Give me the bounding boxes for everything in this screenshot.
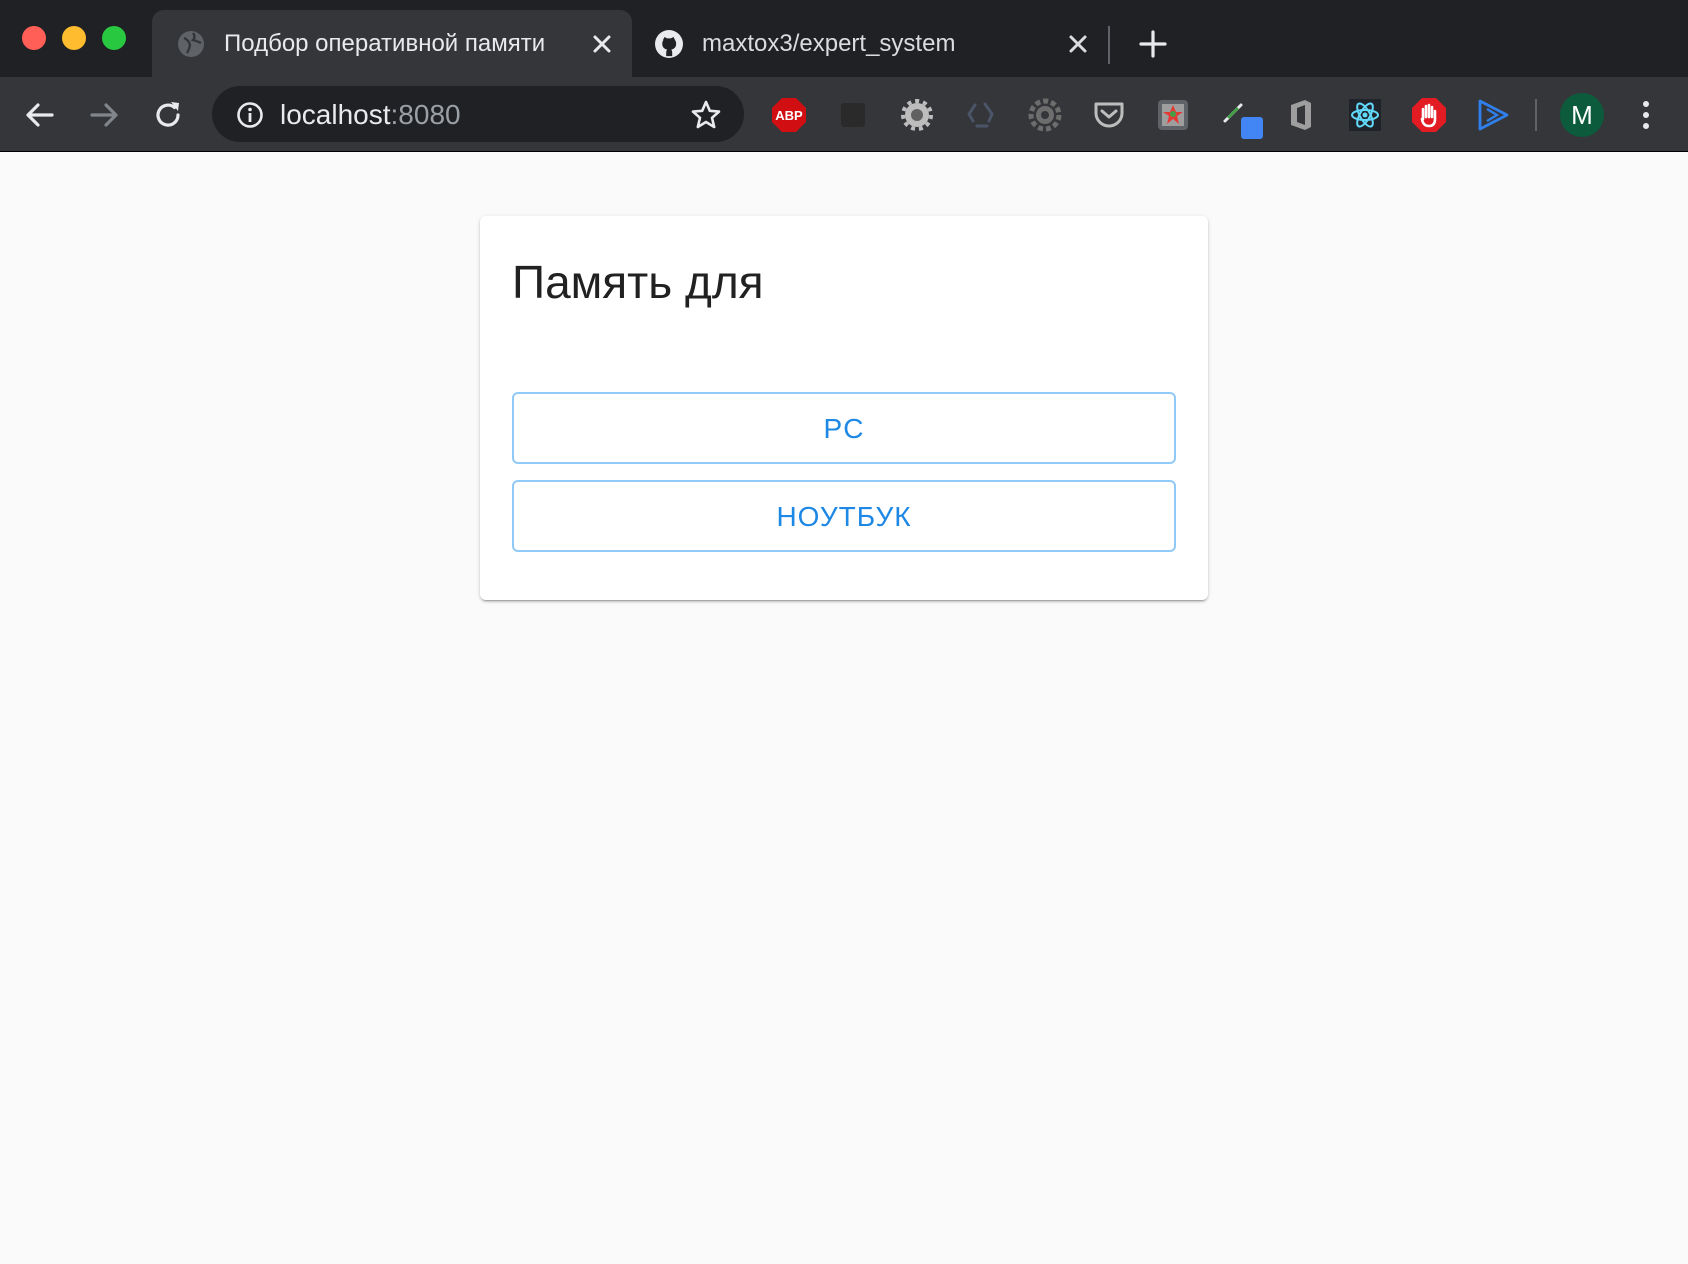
close-icon[interactable]: [1064, 30, 1092, 58]
stop-hand-icon[interactable]: [1411, 97, 1447, 133]
address-bar[interactable]: localhost:8080: [212, 86, 744, 142]
recycle-extension-icon[interactable]: [963, 97, 999, 133]
info-icon[interactable]: [236, 101, 264, 129]
globe-icon: [178, 31, 204, 57]
tab-title: maxtox3/expert_system: [702, 30, 956, 57]
url-host: localhost: [280, 99, 391, 130]
memory-selection-card: Память для PC НОУТБУК: [480, 216, 1208, 600]
card-title: Память для: [512, 256, 764, 308]
abp-icon[interactable]: ABP: [771, 97, 807, 133]
new-tab-plus-icon[interactable]: [1136, 27, 1170, 61]
color-picker-extension-icon[interactable]: [1155, 97, 1191, 133]
office-icon[interactable]: [1283, 97, 1319, 133]
pocket-icon[interactable]: [1091, 97, 1127, 133]
tab-separator: [1108, 26, 1110, 64]
profile-avatar[interactable]: M: [1560, 93, 1604, 137]
maximize-window-button[interactable]: [102, 26, 126, 50]
gear-extension-icon[interactable]: [899, 97, 935, 133]
github-icon: [655, 30, 683, 58]
tab-strip: Подбор оперативной памяти maxtox3/expert…: [0, 0, 1688, 77]
minimize-window-button[interactable]: [62, 26, 86, 50]
star-icon[interactable]: [690, 99, 722, 131]
back-arrow-icon[interactable]: [22, 97, 58, 133]
eyedropper-extension-icon[interactable]: [1221, 95, 1265, 139]
toolbar-divider: [1535, 99, 1537, 131]
close-window-button[interactable]: [22, 26, 46, 50]
play-cast-icon[interactable]: [1475, 97, 1511, 133]
url-text[interactable]: localhost:8080: [280, 100, 461, 130]
browser-toolbar: localhost:8080 ABP M: [0, 77, 1688, 152]
pc-button[interactable]: PC: [512, 392, 1176, 464]
close-icon[interactable]: [588, 30, 616, 58]
dark-square-extension-icon[interactable]: [835, 97, 871, 133]
page-content: Память для PC НОУТБУК: [0, 152, 1688, 1264]
forward-arrow-icon[interactable]: [86, 97, 122, 133]
reload-icon[interactable]: [150, 97, 186, 133]
tab-title: Подбор оперативной памяти: [224, 30, 546, 57]
kebab-menu-icon[interactable]: [1634, 97, 1658, 133]
url-port: :8080: [390, 99, 461, 130]
notebook-button[interactable]: НОУТБУК: [512, 480, 1176, 552]
react-devtools-icon[interactable]: [1347, 97, 1383, 133]
settings-cog-extension-icon[interactable]: [1027, 97, 1063, 133]
tab-memory-selection[interactable]: Подбор оперативной памяти: [152, 10, 632, 77]
abp-label: ABP: [775, 108, 803, 123]
tab-github-repo[interactable]: maxtox3/expert_system: [644, 10, 1112, 77]
